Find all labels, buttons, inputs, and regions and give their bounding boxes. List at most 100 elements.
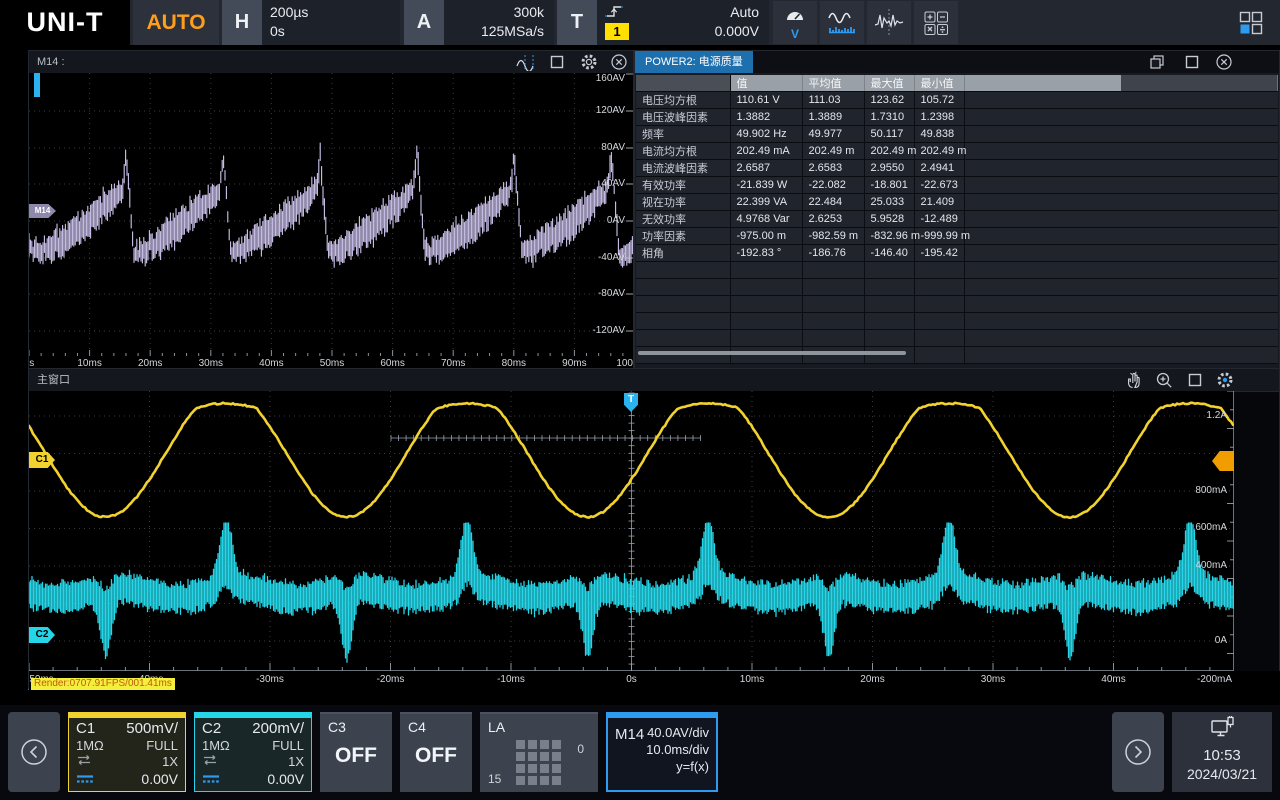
power-window: POWER2: 电源质量 值 平均值 最大值 最小值 电压均方根110.61 V…: [634, 50, 1280, 370]
power-table-row[interactable]: 电流波峰因素2.65872.65832.95502.4941: [636, 160, 1278, 177]
axis-label: -20ms: [377, 674, 405, 685]
power-table-empty-row[interactable]: [636, 296, 1278, 313]
remote-display-icon: [1172, 712, 1272, 747]
la-low-count: 15: [488, 772, 501, 786]
channel-c1-box[interactable]: C1 500mV/ 1MΩ FULL 1X 0.00V: [68, 712, 186, 792]
power-table-row[interactable]: 电流均方根202.49 mA202.49 m202.49 m202.49 m: [636, 143, 1278, 160]
m14-tdiv: 10.0ms/div: [646, 741, 709, 758]
zoom-in-icon[interactable]: [1155, 371, 1175, 389]
math-button[interactable]: [914, 1, 958, 44]
axis-label: 120AV: [596, 105, 625, 116]
c2-probe: 1X: [288, 754, 304, 770]
system-clock-box[interactable]: 10:53 2024/03/21: [1172, 712, 1272, 792]
channel-c3-box[interactable]: C3 OFF: [320, 712, 392, 792]
axis-label: -80AV: [598, 288, 625, 299]
horizontal-offset: 0s: [270, 22, 390, 41]
horizontal-scale: 200µs: [270, 3, 390, 22]
axis-label: 80AV: [601, 142, 625, 153]
la-bit-grid: [516, 740, 561, 785]
main-window-title: 主窗口: [37, 369, 70, 391]
power-table-row[interactable]: 电压波峰因素1.38821.38891.73101.2398: [636, 109, 1278, 126]
c2-offset: 0.00V: [267, 771, 304, 787]
logic-analyzer-box[interactable]: LA 0 15: [480, 712, 598, 792]
c1-scale: 500mV/: [126, 721, 178, 737]
channel-c4-box[interactable]: C4 OFF: [400, 712, 472, 792]
power-table-header: 值 平均值 最大值 最小值: [636, 75, 1278, 92]
axis-label: 20ms: [860, 674, 884, 685]
power-window-tab[interactable]: POWER2: 电源质量: [635, 51, 753, 73]
maximize-icon[interactable]: [1186, 371, 1206, 389]
math-m14-box[interactable]: M14 40.0AV/div 10.0ms/div y=f(x): [606, 712, 718, 792]
trigger-key: T: [557, 0, 597, 45]
axis-label: -30ms: [256, 674, 284, 685]
power-table-row[interactable]: 电压均方根110.61 V111.03123.62105.72: [636, 92, 1278, 109]
power-table-row[interactable]: 无效功率4.9768 Var2.62535.9528-12.489: [636, 211, 1278, 228]
scroll-left-button[interactable]: [8, 712, 60, 792]
settings-gear-icon[interactable]: [580, 53, 600, 71]
run-mode-button[interactable]: AUTO: [133, 0, 219, 45]
power-table-empty-row[interactable]: [636, 262, 1278, 279]
power-measurement-table: 值 平均值 最大值 最小值 电压均方根110.61 V111.03123.621…: [636, 75, 1278, 364]
dvm-button[interactable]: V: [773, 1, 817, 44]
acquire-settings[interactable]: A 300k 125MSa/s: [404, 0, 554, 45]
display-grid-icon: [1238, 10, 1264, 36]
power-table-row[interactable]: 功率因素-975.00 m-982.59 m-832.96 m-999.99 m: [636, 228, 1278, 245]
power-table-empty-row[interactable]: [636, 347, 1278, 364]
la-name: LA: [488, 719, 505, 735]
screenshot-copy-icon[interactable]: [1148, 53, 1168, 71]
waveform-analysis-icon: [873, 7, 905, 39]
c2-bandwidth: FULL: [272, 738, 304, 754]
gauge-icon: [783, 6, 807, 28]
brand-logo: UNI-T: [0, 0, 130, 45]
touch-gesture-icon[interactable]: [1124, 371, 1144, 389]
power-table-row[interactable]: 相角-192.83 °-186.76-146.40-195.42: [636, 245, 1278, 262]
axis-label: 800mA: [1195, 485, 1227, 496]
acquire-key: A: [404, 0, 444, 45]
close-icon[interactable]: [1215, 53, 1235, 71]
axis-label: -40AV: [598, 252, 625, 263]
axis-label: 400mA: [1195, 560, 1227, 571]
m14-left-level-bar[interactable]: [34, 73, 40, 97]
m14-vdiv: 40.0AV/div: [646, 724, 709, 741]
render-fps-badge: Render:0707.91FPS/001.41ms: [31, 678, 175, 690]
power-table-empty-row[interactable]: [636, 279, 1278, 296]
m14-window-header[interactable]: M14 :: [29, 51, 633, 74]
channel-c2-box[interactable]: C2 200mV/ 1MΩ FULL 1X 0.00V: [194, 712, 312, 792]
trigger-level: 0.000V: [637, 22, 759, 41]
c2-bw-icon: [202, 771, 220, 787]
cursor-measure-icon[interactable]: [515, 53, 535, 71]
settings-gear-icon[interactable]: [1216, 371, 1236, 389]
axis-label: 10ms: [740, 674, 764, 685]
top-toolbar: UNI-T AUTO H 200µs 0s A 300k 125MSa/s T …: [0, 0, 1280, 45]
table-scrollbar[interactable]: [638, 351, 906, 355]
power-table-empty-row[interactable]: [636, 330, 1278, 347]
axis-label: 0AV: [607, 215, 625, 226]
la-high-count: 0: [577, 742, 584, 756]
power-table-empty-row[interactable]: [636, 313, 1278, 330]
c3-name: C3: [328, 719, 346, 735]
axis-label: 0A: [1215, 635, 1227, 646]
maximize-icon[interactable]: [1183, 53, 1203, 71]
c2-name: C2: [202, 721, 221, 737]
c1-impedance: 1MΩ: [76, 738, 104, 754]
close-icon[interactable]: [610, 53, 630, 71]
math-operators-icon: [923, 10, 949, 36]
axis-label: -200mA: [1197, 674, 1232, 685]
main-window-header[interactable]: 主窗口: [29, 369, 1279, 392]
power-table-row[interactable]: 视在功率22.399 VA22.48425.03321.409: [636, 194, 1278, 211]
power-table-row[interactable]: 有效功率-21.839 W-22.082-18.801-22.673: [636, 177, 1278, 194]
c2-coupling-icon: [202, 754, 218, 770]
display-layout-button[interactable]: [1230, 1, 1272, 44]
power-table-row[interactable]: 频率49.902 Hz49.97750.11749.838: [636, 126, 1278, 143]
axis-label: -10ms: [497, 674, 525, 685]
scroll-right-button[interactable]: [1112, 712, 1164, 792]
c1-coupling-icon: [76, 754, 92, 770]
axis-label: 40AV: [601, 178, 625, 189]
spectrum-button[interactable]: [820, 1, 864, 44]
trigger-settings[interactable]: T 1 Auto 0.000V: [557, 0, 769, 45]
maximize-icon[interactable]: [548, 53, 568, 71]
waveform-analysis-button[interactable]: [867, 1, 911, 44]
trigger-source-badge: 1: [605, 23, 629, 40]
clock-time: 10:53: [1172, 747, 1272, 765]
horizontal-settings[interactable]: H 200µs 0s: [222, 0, 400, 45]
